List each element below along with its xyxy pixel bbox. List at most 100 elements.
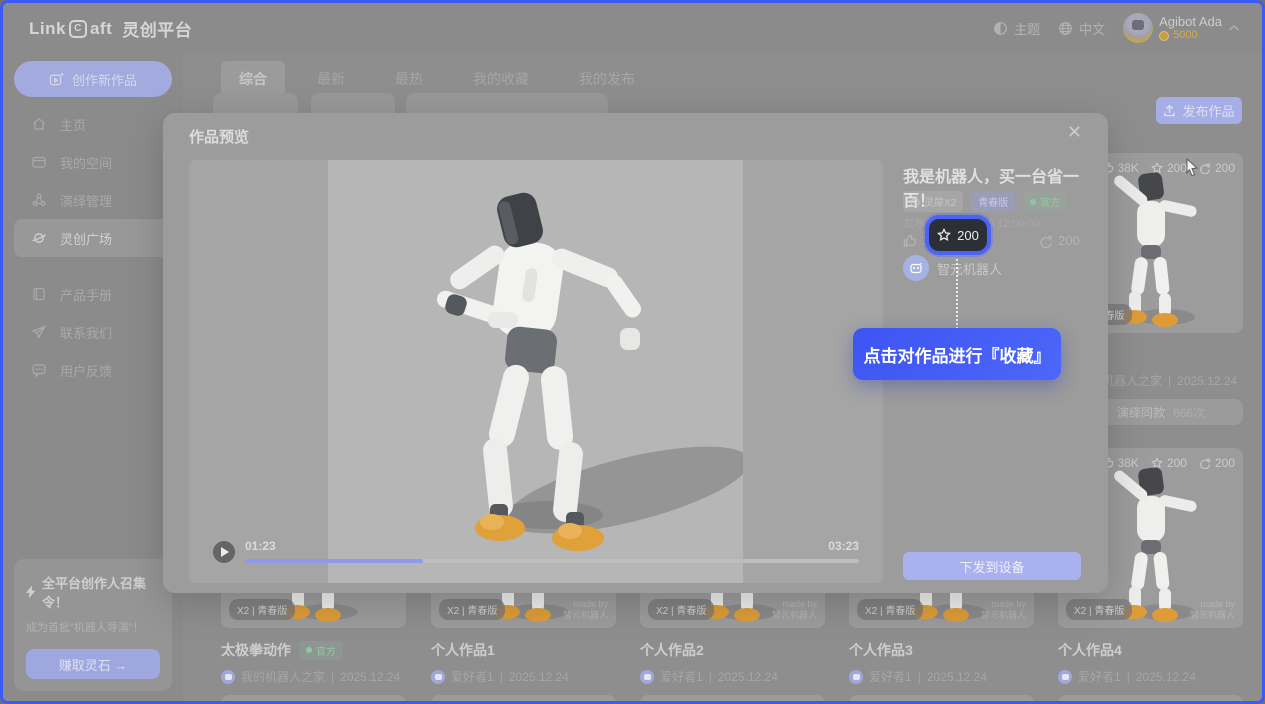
author-name: 我的机器人之家 [241, 668, 325, 685]
browse-tabs: 综合 最新 最热 我的收藏 我的发布 [221, 61, 653, 97]
official-dot-icon [1030, 199, 1036, 205]
author-avatar [849, 670, 863, 684]
tab-my-posts[interactable]: 我的发布 [561, 61, 653, 97]
app-window: 综合 最新 最热 我的收藏 我的发布 发布作品 [0, 0, 1265, 704]
robot-video-frame [328, 160, 743, 583]
shares-stat[interactable]: 200 [1039, 233, 1080, 248]
creator-promo-card[interactable]: 全平台创作人召集令！ 成为首批"机器人导演"！ 赚取灵石 → [14, 559, 172, 691]
sidebar-item-contact-us[interactable]: 联系我们 [3, 313, 183, 351]
theme-toggle[interactable]: 主题 [993, 19, 1040, 38]
create-new-work-button[interactable]: 创作新作品 [14, 61, 172, 97]
robot-head-icon [910, 197, 920, 207]
share-icon [1199, 457, 1211, 469]
player-progress-fill [245, 559, 423, 563]
guide-dotted-line [956, 259, 958, 329]
stars-stat[interactable]: 200 [1151, 161, 1187, 175]
sidebar-item-label: 联系我们 [60, 323, 112, 342]
card-date: 2025.12.24 [1177, 374, 1237, 388]
card-date: 2025.12.24 [927, 670, 987, 684]
sidebar-item-label: 用户反馈 [60, 361, 112, 380]
play-button[interactable] [213, 541, 235, 563]
author-avatar [640, 670, 654, 684]
remix-label: 演绎同款 [490, 700, 538, 702]
meta-separator: | [1168, 374, 1171, 388]
shares-stat[interactable]: 200 [1199, 456, 1235, 470]
meta-separator: | [709, 670, 712, 684]
mouse-cursor [1185, 158, 1201, 178]
sidebar-item-user-feedback[interactable]: 用户反馈 [3, 351, 183, 389]
watermark: made by智元机器人 [772, 599, 817, 622]
favorite-count: 200 [957, 228, 979, 243]
close-icon[interactable]: ✕ [1067, 123, 1082, 141]
shares-stat[interactable]: 200 [1199, 161, 1235, 175]
remix-button[interactable]: 演绎同款 666次 [1058, 695, 1243, 701]
card-title: 个人作品3 [849, 640, 913, 660]
user-menu[interactable]: Agibot Ada 5000 [1123, 13, 1240, 43]
favorite-guide-tooltip: 点击对作品进行『收藏』 [853, 328, 1061, 380]
brand-c-icon: C [69, 20, 87, 38]
remix-button[interactable]: 演绎同款 666次 [221, 695, 406, 701]
folder-icon [31, 154, 47, 170]
star-icon [937, 228, 951, 242]
card-stats-overlay: 38K 200 200 [1102, 456, 1235, 470]
model-chip: 灵犀X2 [903, 191, 963, 212]
card-title: 个人作品4 [1058, 640, 1122, 660]
earn-gems-button[interactable]: 赚取灵石 → [26, 649, 160, 679]
sidebar-divider [3, 257, 183, 275]
remix-button[interactable]: 演绎同款 666次 [431, 695, 616, 701]
sidebar-item-label: 我的空间 [60, 153, 112, 172]
video-player[interactable]: 01:23 03:23 [189, 160, 883, 583]
star-icon [1151, 162, 1163, 174]
author-name: 智元机器人 [937, 259, 1002, 278]
remix-label: 演绎同款 [699, 700, 747, 702]
star-icon [1151, 457, 1163, 469]
chevron-up-icon [1228, 24, 1240, 32]
tab-newest[interactable]: 最新 [299, 61, 363, 97]
tab-my-favorites[interactable]: 我的收藏 [455, 61, 547, 97]
theme-icon [993, 21, 1008, 36]
card-author-row: 爱好者1 | 2025.12.24 [640, 668, 825, 685]
model-tag: X2 | 青春版 [229, 599, 295, 620]
card-title: 个人作品2 [640, 640, 704, 660]
robot-thumbnail [1099, 462, 1203, 622]
current-time: 01:23 [245, 539, 276, 553]
sidebar-item-performance-manage[interactable]: 演绎管理 [3, 181, 183, 219]
progress-bar[interactable] [245, 559, 859, 563]
remix-count: 666次 [1173, 700, 1205, 702]
remix-count: 666次 [1173, 404, 1205, 421]
sidebar-item-label: 主页 [60, 115, 86, 134]
brand-logo: LinkCaft 灵创平台 [29, 16, 192, 41]
send-to-device-button[interactable]: 下发到设备 [903, 552, 1081, 580]
upload-icon [1163, 104, 1176, 117]
model-tag: X2 | 青春版 [1066, 599, 1132, 620]
book-icon [31, 286, 47, 302]
user-name: Agibot Ada [1159, 14, 1222, 30]
remix-button[interactable]: 演绎同款 666次 [640, 695, 825, 701]
robot-thumbnail [1099, 167, 1203, 327]
sidebar: 创作新作品 主页 我的空间 演绎管理 灵创广场 产品手册 [3, 53, 183, 701]
card-title: 个人作品1 [431, 640, 495, 660]
sidebar-item-plaza[interactable]: 灵创广场 [14, 219, 172, 257]
tab-hottest[interactable]: 最热 [377, 61, 441, 97]
remix-button[interactable]: 演绎同款 666次 [849, 695, 1034, 701]
language-switcher[interactable]: 中文 [1058, 19, 1105, 38]
sidebar-item-my-space[interactable]: 我的空间 [3, 143, 183, 181]
author-avatar [903, 255, 929, 281]
card-date: 2025.12.24 [340, 670, 400, 684]
sidebar-item-home[interactable]: 主页 [3, 105, 183, 143]
sidebar-item-product-manual[interactable]: 产品手册 [3, 275, 183, 313]
card-author-row: 爱好者1 | 2025.12.24 [849, 668, 1034, 685]
work-author-row[interactable]: 智元机器人 [903, 255, 1002, 281]
thumb-up-icon [903, 234, 917, 248]
chat-bubble-icon [31, 362, 47, 378]
tab-all[interactable]: 综合 [221, 61, 285, 97]
remix-count: 666次 [336, 700, 368, 702]
favorite-button[interactable]: 200 [925, 215, 991, 255]
sidebar-item-label: 演绎管理 [60, 191, 112, 210]
remix-label: 演绎同款 [1117, 404, 1165, 421]
publish-work-button[interactable]: 发布作品 [1156, 97, 1242, 124]
author-avatar [431, 670, 445, 684]
remix-count: 666次 [546, 700, 578, 702]
stars-stat[interactable]: 200 [1151, 456, 1187, 470]
card-author-row: 爱好者1 | 2025.12.24 [1058, 668, 1243, 685]
